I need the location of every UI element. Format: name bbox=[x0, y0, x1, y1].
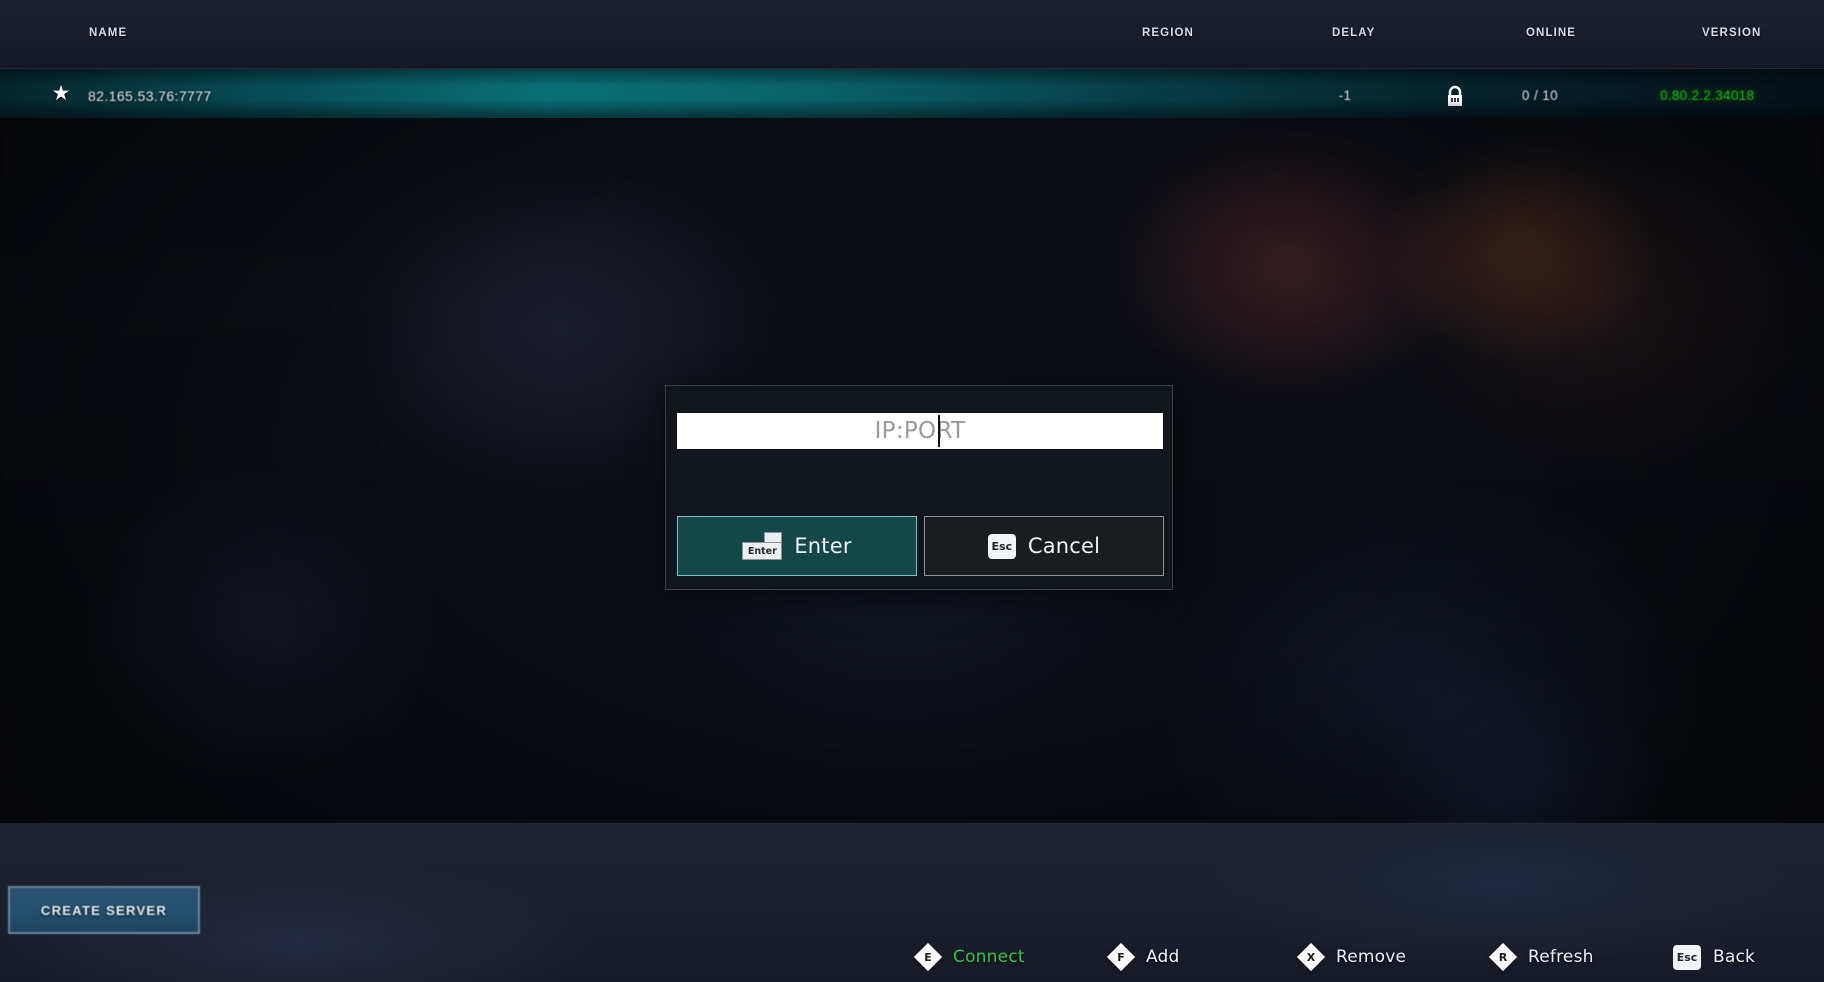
key-badge-r-icon: R bbox=[1488, 942, 1518, 972]
hotkey-add-label: Add bbox=[1146, 947, 1180, 967]
ip-port-input[interactable]: IP:PORT bbox=[677, 413, 1163, 449]
key-badge-f-letter: F bbox=[1117, 950, 1125, 964]
cancel-button[interactable]: Esc Cancel bbox=[924, 516, 1164, 576]
hotkey-connect-label: Connect bbox=[953, 947, 1025, 967]
key-badge-e-letter: E bbox=[924, 950, 932, 964]
ip-port-placeholder: IP:PORT bbox=[874, 418, 966, 444]
key-badge-esc-icon: Esc bbox=[1673, 944, 1701, 970]
hotkey-refresh[interactable]: R Refresh bbox=[1488, 942, 1594, 972]
text-caret bbox=[938, 415, 940, 447]
hotkey-remove[interactable]: X Remove bbox=[1296, 942, 1407, 972]
hotkey-back[interactable]: Esc Back bbox=[1673, 942, 1755, 972]
key-badge-x-icon: X bbox=[1296, 942, 1326, 972]
key-badge-x-letter: X bbox=[1306, 950, 1316, 964]
key-badge-f-icon: F bbox=[1106, 942, 1136, 972]
enter-key-icon: Enter bbox=[742, 532, 783, 560]
ip-connect-dialog: IP:PORT Enter Enter Esc Cancel bbox=[665, 385, 1173, 590]
hotkey-remove-label: Remove bbox=[1336, 947, 1407, 967]
key-badge-e-icon: E bbox=[913, 942, 943, 972]
hotkey-connect[interactable]: E Connect bbox=[913, 942, 1025, 972]
cancel-button-label: Cancel bbox=[1027, 534, 1101, 558]
enter-key-label: Enter bbox=[742, 542, 783, 560]
hotkey-back-label: Back bbox=[1713, 947, 1756, 967]
key-badge-r-letter: R bbox=[1498, 950, 1508, 964]
enter-button[interactable]: Enter Enter bbox=[677, 516, 917, 576]
esc-key-icon: Esc bbox=[987, 533, 1016, 559]
hotkey-refresh-label: Refresh bbox=[1528, 947, 1594, 967]
enter-button-label: Enter bbox=[794, 534, 852, 558]
hotkey-add[interactable]: F Add bbox=[1106, 942, 1180, 972]
create-server-label: CREATE SERVER bbox=[40, 902, 168, 918]
create-server-button[interactable]: CREATE SERVER bbox=[8, 886, 200, 934]
